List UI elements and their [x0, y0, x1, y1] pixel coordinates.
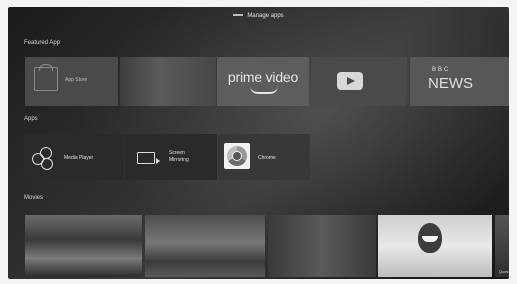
favorite-youtube[interactable]	[311, 57, 407, 106]
movie-face-image	[418, 223, 442, 253]
movie-tile-1[interactable]	[25, 215, 142, 277]
manage-apps-button[interactable]: Manage apps	[8, 13, 509, 19]
chrome-icon	[227, 146, 247, 166]
prime-smile-icon	[250, 86, 278, 94]
app-store-label: App Store	[65, 77, 88, 83]
tv-screen: Manage apps Featured App App Store prime…	[8, 7, 509, 279]
media-player-icon	[32, 147, 54, 170]
chrome-tile-bg	[224, 143, 250, 169]
app-screen-mirroring[interactable]: Screen Mirroring	[125, 134, 217, 180]
section-title-movies: Movies	[24, 195, 44, 201]
chrome-label: Chrome	[258, 155, 276, 161]
app-chrome[interactable]: Chrome	[218, 134, 310, 180]
movie-tile-3[interactable]	[268, 215, 376, 277]
movie-tile-2[interactable]	[145, 215, 265, 277]
movie-tile-4[interactable]	[378, 215, 492, 277]
movie-tile-5[interactable]: Ques	[495, 215, 509, 277]
app-media-player[interactable]: Media Player	[24, 134, 124, 180]
movie-caption: Ques	[499, 269, 509, 274]
mirroring-label: Mirroring	[169, 157, 189, 163]
shopping-bag-icon	[34, 64, 58, 91]
bbc-logo-text: BBC	[432, 67, 451, 73]
media-player-label: Media Player	[64, 155, 94, 161]
favorite-app-store[interactable]: App Store	[25, 57, 118, 106]
youtube-play-icon	[337, 72, 363, 90]
news-logo-text: NEWS	[428, 75, 473, 92]
menu-icon	[233, 14, 244, 17]
section-title-featured: Featured App	[24, 40, 61, 46]
section-title-apps: Apps	[24, 116, 38, 122]
favorite-bbc-news[interactable]: BBC NEWS	[410, 57, 509, 106]
favorite-image-tile[interactable]	[120, 57, 216, 106]
manage-apps-label: Manage apps	[247, 13, 284, 19]
top-bar: Manage apps	[8, 7, 509, 29]
favorite-prime-video[interactable]: prime video	[217, 57, 309, 106]
screen-label: Screen	[169, 150, 185, 156]
prime-video-logo: prime video	[227, 69, 299, 85]
screen-mirroring-icon	[137, 152, 160, 164]
